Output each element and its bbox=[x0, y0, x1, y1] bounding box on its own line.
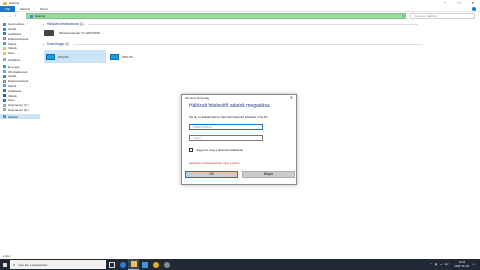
file-explorer-icon[interactable] bbox=[128, 259, 139, 270]
task-view-icon[interactable] bbox=[106, 259, 117, 270]
documents-icon bbox=[3, 37, 6, 41]
credentials-dialog: Windows biztonság ✕ Hálózati hitelesítő … bbox=[181, 94, 297, 185]
star-icon bbox=[3, 22, 6, 26]
folder-icon bbox=[3, 1, 7, 5]
system-tray: ^ ▦ ◂ HU 19:03 2018. 08. 08. ▭ bbox=[431, 259, 478, 270]
error-message: Helytelen a felhasználónév vagy a jelszó bbox=[189, 161, 240, 165]
objects3d-icon bbox=[3, 70, 6, 74]
divider bbox=[73, 43, 424, 45]
tab-file[interactable]: Fájl bbox=[0, 5, 15, 12]
remember-checkbox[interactable] bbox=[189, 148, 193, 152]
search-input[interactable]: Keresés: Hálózat bbox=[410, 13, 475, 19]
router-item[interactable]: Wireless Router TL-WR740ND bbox=[44, 30, 100, 36]
music-icon bbox=[3, 98, 6, 102]
download-icon bbox=[3, 89, 6, 93]
notifications-icon[interactable]: ▭ bbox=[473, 263, 475, 266]
store-icon[interactable] bbox=[139, 259, 150, 270]
router-icon bbox=[44, 30, 54, 36]
dialog-close-button[interactable]: ✕ bbox=[290, 95, 293, 101]
folder-icon bbox=[3, 51, 6, 55]
item-count: 2 elem bbox=[3, 255, 11, 258]
dialog-titlebar: Windows biztonság ✕ bbox=[182, 95, 296, 101]
pictures-icon bbox=[3, 42, 6, 46]
chevron-down-icon: ⌄ bbox=[42, 42, 45, 46]
computer-icon bbox=[46, 53, 55, 60]
taskbar-search[interactable]: ⚲ Írjon ide a kereséshez bbox=[10, 260, 106, 269]
network-icon bbox=[3, 115, 6, 119]
computer-icon bbox=[110, 53, 119, 60]
remember-label: Jegyezze meg a hitelesítő adataimat bbox=[196, 148, 243, 152]
cancel-button[interactable]: Mégse bbox=[242, 171, 295, 178]
chevron-down-icon: ⌄ bbox=[42, 22, 45, 26]
taskbar: ⚲ Írjon ide a kereséshez ^ ▦ ◂ HU 19:03 … bbox=[0, 259, 480, 270]
username-field[interactable]: Felhasználónév bbox=[189, 124, 263, 130]
address-row: ← → ↑ Hálózat ↻ Keresés: Hálózat bbox=[0, 12, 480, 20]
pc-icon bbox=[3, 65, 6, 69]
folder-icon bbox=[3, 46, 6, 50]
up-button[interactable]: ↑ bbox=[13, 13, 18, 19]
nav-item-drive-d[interactable]: Helyi lemez (D:) bbox=[0, 108, 40, 113]
start-button[interactable] bbox=[0, 259, 10, 270]
dialog-title: Windows biztonság bbox=[185, 96, 210, 100]
computer-item[interactable]: ZNS-PC bbox=[108, 50, 163, 63]
remember-credentials[interactable]: Jegyezze meg a hitelesítő adataimat bbox=[189, 148, 243, 152]
chrome-icon[interactable] bbox=[150, 259, 161, 270]
ok-button[interactable]: OK bbox=[185, 171, 238, 178]
tab-view[interactable]: Nézet bbox=[35, 6, 53, 12]
group-header-infrastructure[interactable]: ⌄ Hálózati infrastruktúra (1) bbox=[42, 22, 418, 26]
drive-icon bbox=[3, 108, 6, 112]
download-icon bbox=[3, 32, 6, 36]
nav-item-network[interactable]: Hálózat bbox=[0, 114, 40, 120]
back-button[interactable]: ← bbox=[1, 13, 6, 19]
desktop-icon bbox=[3, 74, 6, 78]
navigation-pane: Gyors elérés Asztal Letöltések Dokumentu… bbox=[0, 22, 40, 258]
password-field[interactable]: Jelszó bbox=[189, 135, 263, 141]
forward-button[interactable]: → bbox=[7, 13, 12, 19]
dialog-description: Írja be a csatlakozáshoz használt hitele… bbox=[189, 115, 268, 119]
network-tray-icon[interactable]: ▦ bbox=[435, 263, 437, 266]
tray-overflow-icon[interactable]: ^ bbox=[431, 263, 432, 266]
clock[interactable]: 19:03 2018. 08. 08. bbox=[454, 261, 469, 267]
address-path: Hálózat bbox=[35, 14, 46, 18]
video-icon bbox=[3, 94, 6, 98]
refresh-button[interactable]: ↻ bbox=[402, 14, 405, 18]
cloud-icon bbox=[3, 58, 6, 62]
window-title: Hálózat bbox=[9, 1, 20, 5]
help-icon[interactable] bbox=[472, 7, 476, 11]
documents-icon bbox=[3, 79, 6, 83]
nav-item-music[interactable]: Zene bbox=[0, 51, 40, 56]
tab-network[interactable]: Hálózat bbox=[15, 6, 35, 12]
address-bar[interactable]: Hálózat bbox=[26, 13, 406, 19]
search-icon: ⚲ bbox=[13, 262, 16, 267]
windows-logo-icon bbox=[3, 262, 7, 267]
volume-icon[interactable]: ◂ bbox=[440, 263, 441, 266]
pictures-icon bbox=[3, 84, 6, 88]
divider bbox=[87, 23, 418, 25]
network-icon bbox=[30, 14, 33, 18]
nav-item-onedrive[interactable]: OneDrive bbox=[0, 58, 40, 63]
group-header-computers[interactable]: ⌄ Számítógép (2) bbox=[42, 42, 424, 46]
settings-icon[interactable] bbox=[161, 259, 172, 270]
dialog-heading: Hálózati hitelesítő adatok megadása bbox=[189, 103, 270, 109]
language-indicator[interactable]: HU bbox=[445, 263, 449, 266]
edge-icon[interactable] bbox=[117, 259, 128, 270]
desktop-icon bbox=[3, 27, 6, 31]
computer-item[interactable]: KTA-PC bbox=[44, 50, 106, 63]
clock-date: 2018. 08. 08. bbox=[454, 264, 470, 268]
drive-icon bbox=[3, 103, 6, 107]
